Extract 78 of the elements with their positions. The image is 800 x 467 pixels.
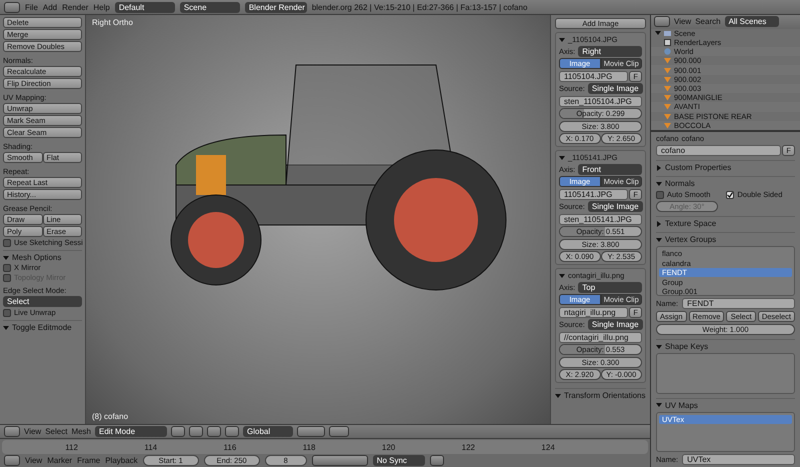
file-path-field[interactable]: sten_1105141.JPG	[559, 214, 642, 224]
collapse-triangle-icon[interactable]	[656, 344, 662, 350]
sync-dropdown[interactable]: No Sync	[372, 455, 425, 466]
editor-type-button[interactable]	[654, 16, 670, 28]
menu-item[interactable]: Frame	[77, 456, 100, 465]
panel-title[interactable]: Shape Keys	[665, 342, 708, 351]
panel-title[interactable]: Vertex Groups	[665, 235, 716, 244]
axis-dropdown[interactable]: Front	[578, 164, 642, 174]
collapse-triangle-icon[interactable]	[559, 36, 565, 42]
menu-item[interactable]: Marker	[47, 456, 72, 465]
expand-triangle-icon[interactable]	[656, 164, 662, 170]
collapse-triangle-icon[interactable]	[655, 30, 661, 36]
frame-number: 122	[462, 442, 476, 452]
source-dropdown[interactable]: Single Image	[588, 201, 643, 212]
scene-field[interactable]: Scene	[180, 2, 240, 12]
group-name-field[interactable]: FENDT	[682, 298, 795, 309]
image-file-field[interactable]: 1105104.JPG	[559, 70, 628, 82]
collapse-triangle-icon[interactable]	[3, 324, 9, 330]
checkbox[interactable]	[3, 264, 11, 272]
menu-item[interactable]: Help	[93, 2, 110, 12]
panel-title[interactable]: Transform Orientations	[564, 391, 646, 400]
menu-item[interactable]: Playback	[105, 456, 138, 465]
checkbox[interactable]	[656, 190, 664, 198]
collapse-triangle-icon[interactable]	[656, 402, 662, 408]
axis-dropdown[interactable]: Right	[578, 46, 642, 56]
menu-item[interactable]: File	[25, 2, 38, 12]
scene-stats: blender.org 262 | Ve:15-210 | Ed:27-366 | Fa:13-157 | cofano	[312, 2, 528, 12]
checkbox[interactable]	[3, 308, 11, 316]
render-engine-dropdown[interactable]: Blender Render	[244, 2, 307, 12]
menu-item[interactable]: View	[25, 456, 42, 465]
panel-title[interactable]: Toggle Editmode	[12, 323, 72, 332]
menu-item[interactable]: View	[674, 17, 692, 26]
collapse-triangle-icon[interactable]	[656, 236, 662, 242]
orientation-dropdown[interactable]: Global	[243, 426, 293, 437]
globe-icon	[664, 48, 671, 56]
source-dropdown[interactable]: Single Image	[588, 319, 643, 330]
layout-field[interactable]: Default	[114, 2, 175, 12]
image-file-field[interactable]: 1105141.JPG	[559, 188, 628, 200]
uv-name-field[interactable]: UVTex	[682, 454, 795, 465]
menu-item[interactable]: Render	[62, 2, 88, 12]
collapse-triangle-icon[interactable]	[559, 154, 565, 160]
source-dropdown[interactable]: Single Image	[588, 83, 643, 94]
mode-dropdown[interactable]: Edit Mode	[95, 426, 167, 437]
collapse-triangle-icon[interactable]	[3, 254, 9, 260]
menu-item[interactable]: Mesh	[71, 427, 91, 436]
panel-title[interactable]: Mesh Options	[12, 253, 62, 262]
collapse-triangle-icon[interactable]	[555, 392, 561, 398]
collapse-triangle-icon[interactable]	[559, 272, 565, 278]
frame-number: 114	[144, 442, 158, 452]
object-label: (8) cofano	[91, 411, 130, 423]
menu-item[interactable]: Add	[42, 2, 58, 12]
select-mode-dropdown[interactable]: Select	[3, 296, 82, 307]
view-name: Right Ortho	[91, 17, 134, 29]
frame-number: 112	[65, 442, 78, 452]
panel-title[interactable]: Normals	[665, 179, 695, 188]
frame-number: 120	[382, 442, 396, 452]
editor-type-button[interactable]	[4, 455, 20, 466]
menu-item[interactable]: Select	[45, 427, 68, 436]
mesh-name-field[interactable]: cofano	[656, 145, 782, 156]
panel-title[interactable]: Custom Properties	[665, 163, 732, 172]
expand-triangle-icon[interactable]	[656, 220, 662, 226]
axis-dropdown[interactable]: Top	[578, 282, 642, 292]
panel-title[interactable]: UV Maps	[665, 400, 698, 410]
image-file-field[interactable]: ntagiri_illu.png	[559, 306, 628, 318]
scene-filter-dropdown[interactable]: All Scenes	[724, 16, 779, 28]
frame-number: 124	[541, 442, 555, 452]
file-path-field[interactable]: sten_1105104.JPG	[559, 96, 642, 106]
frame-number: 116	[224, 442, 236, 452]
checkbox[interactable]	[726, 190, 734, 198]
editor-type-button[interactable]	[4, 426, 20, 437]
menu-item[interactable]: Search	[695, 17, 721, 26]
info-editor-button[interactable]	[4, 2, 20, 12]
frame-number: 118	[302, 442, 316, 452]
panel-title[interactable]: Texture Space	[665, 219, 716, 228]
file-path-field[interactable]: //contagiri_illu.png	[559, 332, 642, 342]
menu-item[interactable]: View	[24, 427, 42, 436]
collapse-triangle-icon[interactable]	[656, 180, 662, 186]
checkbox[interactable]	[3, 238, 11, 246]
